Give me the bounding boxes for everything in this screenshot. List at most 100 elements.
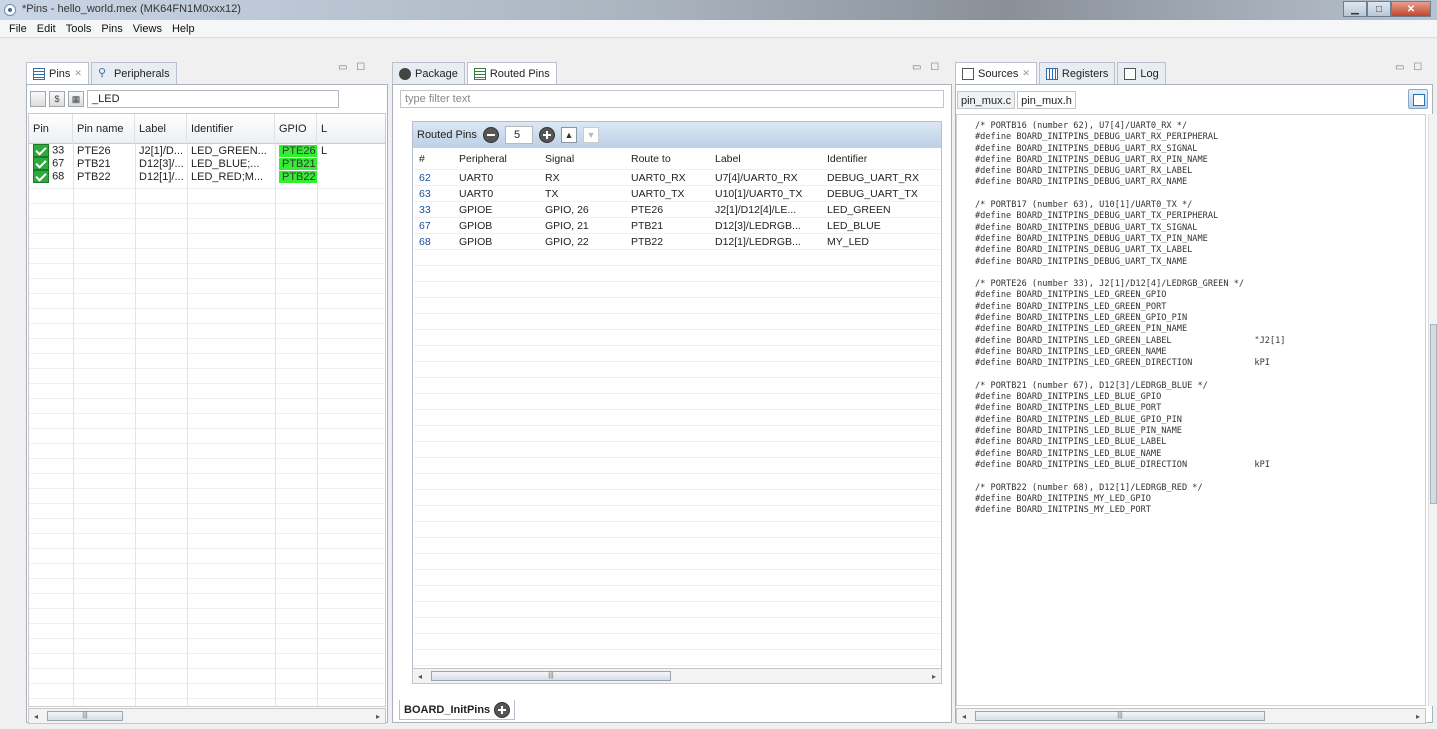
menu-tools[interactable]: Tools [61, 23, 97, 35]
checkbox-checked-icon[interactable] [33, 157, 49, 170]
col-identifier[interactable]: Identifier [821, 153, 939, 165]
col-identifier[interactable]: Identifier [187, 114, 275, 144]
pin-identifier: LED_GREEN... [191, 144, 267, 157]
tab-pins[interactable]: Pins ✕ [26, 62, 89, 84]
source-code-view[interactable]: /* PORTB16 (number 62), U7[4]/UART0_RX *… [956, 114, 1426, 706]
table-row[interactable]: 33 GPIOE GPIO, 26 PTE26 J2[1]/D12[4]/LE.… [413, 202, 941, 218]
row-route[interactable]: UART0_RX [625, 172, 709, 184]
row-route[interactable]: UART0_TX [625, 188, 709, 200]
tab-log[interactable]: Log [1117, 62, 1166, 84]
middle-panel-controls[interactable]: ▭ ☐ [912, 62, 942, 73]
row-identifier[interactable]: LED_BLUE [821, 220, 939, 232]
menu-file[interactable]: File [4, 23, 32, 35]
tab-package[interactable]: Package [392, 62, 465, 84]
menu-edit[interactable]: Edit [32, 23, 61, 35]
remove-row-button[interactable] [482, 127, 499, 143]
tab-routed-pins[interactable]: Routed Pins [466, 62, 557, 84]
pins-filter-input[interactable]: _LED [87, 90, 339, 108]
scroll-left-icon[interactable]: ◂ [413, 672, 427, 681]
row-route[interactable]: PTE26 [625, 204, 709, 216]
move-up-button[interactable]: ▲ [560, 127, 577, 143]
row-identifier[interactable]: LED_GREEN [821, 204, 939, 216]
scroll-right-icon[interactable]: ▸ [1411, 712, 1425, 721]
pins-panel-controls[interactable]: ▭ ☐ [338, 62, 368, 73]
scrollbar-thumb[interactable]: ||| [975, 711, 1265, 721]
col-signal[interactable]: Signal [539, 153, 625, 165]
col-gpio[interactable]: GPIO [275, 114, 317, 144]
middle-panel-tabs: Package Routed Pins [392, 56, 559, 84]
col-route-to[interactable]: Route to [625, 153, 709, 165]
menu-pins[interactable]: Pins [96, 23, 127, 35]
row-peripheral[interactable]: GPIOE [453, 204, 539, 216]
tab-pin-mux-c[interactable]: pin_mux.c [957, 91, 1016, 109]
scroll-left-icon[interactable]: ◂ [957, 712, 971, 721]
table-row[interactable]: 68 GPIOB GPIO, 22 PTB22 D12[1]/LEDRGB...… [413, 234, 941, 250]
row-signal[interactable]: GPIO, 22 [539, 236, 625, 248]
row-count-field[interactable]: 5 [504, 126, 533, 144]
tab-registers[interactable]: Registers [1038, 62, 1116, 84]
reset-filter-button[interactable] [30, 91, 46, 107]
scrollbar-thumb[interactable]: ||| [431, 671, 671, 681]
routed-horizontal-scrollbar[interactable]: ◂ ||| ▸ [412, 668, 942, 684]
col-label[interactable]: Label [709, 153, 821, 165]
menu-views[interactable]: Views [128, 23, 167, 35]
row-peripheral[interactable]: GPIOB [453, 220, 539, 232]
menu-help[interactable]: Help [167, 23, 200, 35]
routed-filter-input[interactable]: type filter text [400, 90, 944, 108]
minimize-button[interactable]: ▁ [1343, 1, 1367, 17]
move-down-button[interactable]: ▼ [582, 127, 599, 143]
table-row[interactable]: 68 PTB22 D12[1]/... LED_RED;M... PTB22 [29, 170, 385, 183]
gpio-cell[interactable]: PTE26 [279, 144, 317, 157]
col-pin[interactable]: Pin [29, 114, 73, 144]
gpio-cell[interactable]: PTB21 [279, 157, 317, 170]
row-route[interactable]: PTB22 [625, 236, 709, 248]
table-row[interactable]: 63 UART0 TX UART0_TX U10[1]/UART0_TX DEB… [413, 186, 941, 202]
row-identifier[interactable]: DEBUG_UART_RX [821, 172, 939, 184]
table-row[interactable]: 67 GPIOB GPIO, 21 PTB21 D12[3]/LEDRGB...… [413, 218, 941, 234]
tab-sources[interactable]: Sources ✕ [955, 62, 1037, 84]
col-pin-name[interactable]: Pin name [73, 114, 135, 144]
add-function-button[interactable] [494, 701, 511, 718]
row-peripheral[interactable]: GPIOB [453, 236, 539, 248]
maximize-button[interactable]: □ [1367, 1, 1391, 17]
scroll-right-icon[interactable]: ▸ [927, 672, 941, 681]
gpio-cell[interactable]: PTB22 [279, 170, 317, 183]
checkbox-checked-icon[interactable] [33, 170, 49, 183]
dollar-icon[interactable]: $ [49, 91, 65, 107]
tab-pin-mux-h[interactable]: pin_mux.h [1017, 91, 1076, 109]
row-peripheral[interactable]: UART0 [453, 172, 539, 184]
grid-icon[interactable]: ▦ [68, 91, 84, 107]
col-l[interactable]: L [317, 114, 337, 144]
tab-board-initpins[interactable]: BOARD_InitPins [399, 700, 516, 720]
row-peripheral[interactable]: UART0 [453, 188, 539, 200]
row-identifier[interactable]: MY_LED [821, 236, 939, 248]
scroll-left-icon[interactable]: ◂ [29, 712, 43, 721]
row-signal[interactable]: GPIO, 21 [539, 220, 625, 232]
table-row[interactable]: 67 PTB21 D12[3]/... LED_BLUE;... PTB21 [29, 157, 385, 170]
table-row[interactable]: 33 PTE26 J2[1]/D... LED_GREEN... PTE26 L [29, 144, 385, 157]
row-identifier[interactable]: DEBUG_UART_TX [821, 188, 939, 200]
copy-to-clipboard-button[interactable] [1408, 89, 1428, 109]
table-row[interactable]: 62 UART0 RX UART0_RX U7[4]/UART0_RX DEBU… [413, 170, 941, 186]
col-peripheral[interactable]: Peripheral [453, 153, 539, 165]
close-icon[interactable]: ✕ [1022, 68, 1030, 79]
add-row-button[interactable] [538, 127, 555, 143]
col-label[interactable]: Label [135, 114, 187, 144]
source-horizontal-scrollbar[interactable]: ◂ ||| ▸ [956, 708, 1426, 724]
source-vertical-scrollbar[interactable] [1428, 114, 1437, 706]
pins-table-header: Pin Pin name Label Identifier GPIO L [29, 114, 385, 144]
checkbox-checked-icon[interactable] [33, 144, 49, 157]
row-route[interactable]: PTB21 [625, 220, 709, 232]
row-signal[interactable]: TX [539, 188, 625, 200]
close-button[interactable]: ✕ [1391, 1, 1431, 17]
row-signal[interactable]: RX [539, 172, 625, 184]
pins-horizontal-scrollbar[interactable]: ◂ ||| ▸ [28, 708, 386, 724]
scrollbar-thumb[interactable]: ||| [47, 711, 123, 721]
scroll-right-icon[interactable]: ▸ [371, 712, 385, 721]
right-panel-controls[interactable]: ▭ ☐ [1395, 62, 1425, 73]
col-number[interactable]: # [413, 153, 453, 165]
close-icon[interactable]: ✕ [74, 68, 82, 79]
tab-peripherals[interactable]: ⚲ Peripherals [90, 62, 177, 84]
row-signal[interactable]: GPIO, 26 [539, 204, 625, 216]
scrollbar-thumb[interactable] [1430, 324, 1437, 504]
